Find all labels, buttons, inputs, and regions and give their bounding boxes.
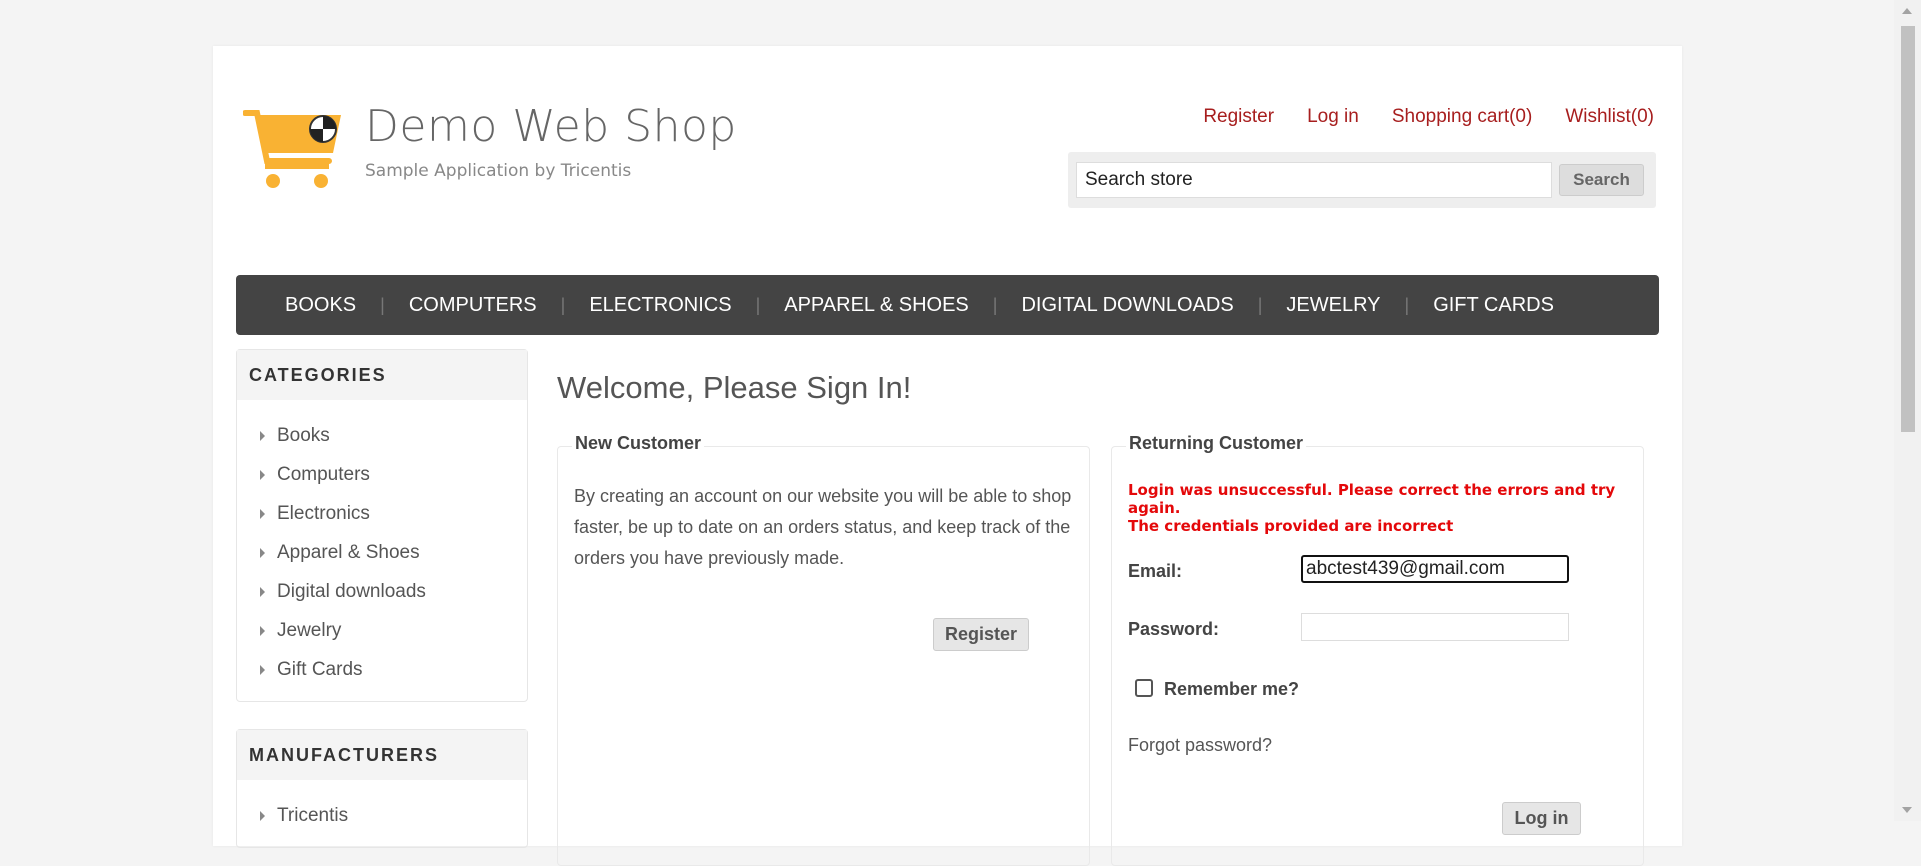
menu-item-computers[interactable]: COMPUTERS (385, 294, 561, 317)
register-button[interactable]: Register (933, 618, 1029, 651)
page-title: Welcome, Please Sign In! (557, 370, 912, 405)
caret-right-icon (260, 509, 265, 519)
menu-item-jewelry[interactable]: JEWELRY (1262, 294, 1404, 317)
menu-item-apparel-shoes[interactable]: APPAREL & SHOES (760, 294, 993, 317)
manufacturers-title: MANUFACTURERS (237, 730, 527, 780)
shopping-cart-logo-icon (243, 110, 341, 188)
search-box: Search (1068, 152, 1656, 208)
login-link[interactable]: Log in (1307, 106, 1359, 128)
category-apparel-shoes[interactable]: Apparel & Shoes (237, 533, 527, 572)
caret-right-icon (260, 587, 265, 597)
categories-title: CATEGORIES (237, 350, 527, 400)
error-line: Login was unsuccessful. Please correct t… (1128, 481, 1616, 517)
forgot-password-link[interactable]: Forgot password? (1128, 735, 1272, 756)
password-field[interactable] (1301, 613, 1569, 641)
category-computers[interactable]: Computers (237, 455, 527, 494)
category-digital-downloads[interactable]: Digital downloads (237, 572, 527, 611)
manufacturer-tricentis[interactable]: Tricentis (237, 796, 527, 835)
logo-subtitle: Sample Application by Tricentis (365, 161, 632, 181)
caret-right-icon (260, 665, 265, 675)
email-label: Email: (1128, 561, 1183, 581)
menu-item-gift-cards[interactable]: GIFT CARDS (1409, 294, 1578, 317)
category-electronics[interactable]: Electronics (237, 494, 527, 533)
caret-right-icon (260, 548, 265, 558)
password-label: Password: (1128, 619, 1220, 639)
menu-item-digital-downloads[interactable]: DIGITAL DOWNLOADS (997, 294, 1257, 317)
logo-title: Demo Web Shop (365, 101, 737, 152)
caret-right-icon (260, 626, 265, 636)
caret-right-icon (260, 470, 265, 480)
caret-right-icon (260, 431, 265, 441)
scroll-up-arrow-icon[interactable] (1902, 8, 1912, 14)
menu-item-books[interactable]: BOOKS (261, 294, 380, 317)
category-gift-cards[interactable]: Gift Cards (237, 650, 527, 689)
returning-customer-section: Returning Customer Login was unsuccessfu… (1111, 433, 1644, 866)
category-books[interactable]: Books (237, 416, 527, 455)
new-customer-section: New Customer By creating an account on o… (557, 433, 1090, 866)
search-input[interactable] (1076, 162, 1552, 198)
scroll-thumb[interactable] (1901, 26, 1915, 432)
menu-item-electronics[interactable]: ELECTRONICS (565, 294, 755, 317)
wishlist-link[interactable]: Wishlist(0) (1565, 106, 1654, 128)
caret-right-icon (260, 811, 265, 821)
shopping-cart-link[interactable]: Shopping cart(0) (1392, 106, 1532, 128)
search-button[interactable]: Search (1559, 164, 1644, 196)
categories-block: CATEGORIES Books Computers Electronics A… (236, 349, 528, 702)
page-wrapper: Demo Web Shop Sample Application by Tric… (213, 46, 1682, 866)
scroll-down-arrow-icon[interactable] (1902, 807, 1912, 813)
returning-customer-legend: Returning Customer (1126, 433, 1307, 454)
error-line: The credentials provided are incorrect (1128, 517, 1454, 535)
header-links: Register Log in Shopping cart(0) Wishlis… (1203, 106, 1654, 128)
email-field[interactable] (1301, 555, 1569, 583)
login-button[interactable]: Log in (1502, 802, 1581, 835)
remember-me-label[interactable]: Remember me? (1164, 679, 1299, 700)
category-jewelry[interactable]: Jewelry (237, 611, 527, 650)
register-link[interactable]: Register (1203, 106, 1274, 128)
remember-me-checkbox[interactable] (1135, 679, 1153, 697)
login-error-message: Login was unsuccessful. Please correct t… (1128, 481, 1638, 535)
logo[interactable]: Demo Web Shop Sample Application by Tric… (243, 101, 737, 191)
top-menu: BOOKS | COMPUTERS | ELECTRONICS | APPARE… (236, 275, 1659, 335)
manufacturers-block: MANUFACTURERS Tricentis (236, 729, 528, 848)
new-customer-text: By creating an account on our website yo… (574, 486, 1072, 568)
scrollbar[interactable] (1894, 0, 1921, 821)
new-customer-legend: New Customer (572, 433, 705, 454)
